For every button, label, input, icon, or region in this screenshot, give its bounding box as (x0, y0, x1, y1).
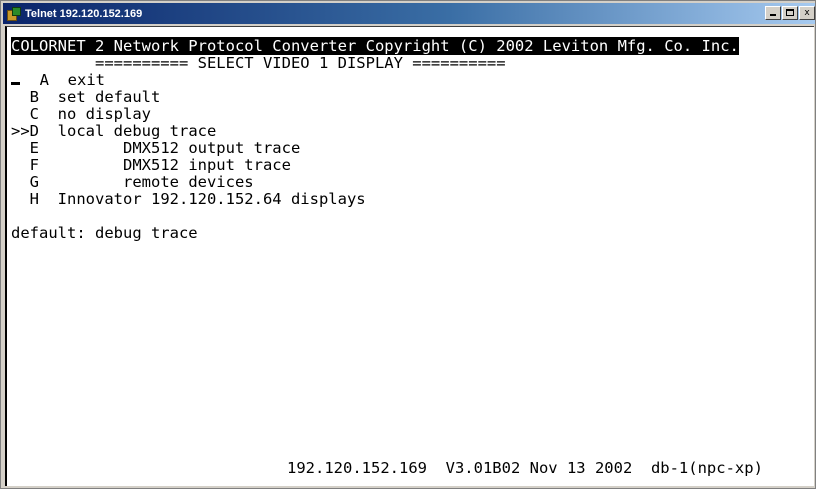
close-button[interactable]: x (799, 6, 815, 20)
menu-item-key: E (11, 139, 39, 157)
menu-item-key: H (11, 190, 39, 208)
menu-item-key: B (11, 88, 39, 106)
telnet-app-icon[interactable] (7, 7, 21, 21)
minimize-icon (770, 14, 776, 16)
terminal-screen[interactable]: COLORNET 2 Network Protocol Converter Co… (5, 26, 814, 486)
menu-item-label: set default (57, 88, 161, 106)
menu-item-key: A (21, 71, 49, 89)
menu-item-label: Innovator 192.120.152.64 displays (57, 190, 366, 208)
menu-item-label: no display (57, 105, 151, 123)
menu-item-exit[interactable]: A exit (11, 72, 105, 89)
minimize-button[interactable] (765, 6, 781, 20)
telnet-window: Telnet 192.120.152.169 x COLORNET 2 Netw… (0, 0, 816, 489)
window-title: Telnet 192.120.152.169 (25, 7, 143, 20)
cursor-icon (11, 82, 20, 85)
menu-title: ========== SELECT VIDEO 1 DISPLAY ======… (11, 54, 506, 72)
menu-item-remote-devices[interactable]: G remote devices (11, 174, 254, 191)
copyright-banner: COLORNET 2 Network Protocol Converter Co… (11, 37, 739, 55)
close-icon: x (804, 8, 810, 18)
menu-item-label: local debug trace (57, 122, 217, 140)
menu-item-no-display[interactable]: C no display (11, 106, 151, 123)
menu-item-label: remote devices (57, 173, 254, 191)
menu-item-set-default[interactable]: B set default (11, 88, 161, 106)
menu-item-key: G (11, 173, 39, 191)
menu-item-dmx512-output-trace[interactable]: E DMX512 output trace (11, 139, 301, 157)
menu-item-label: exit (67, 71, 105, 89)
window-controls: x (764, 6, 815, 20)
menu-item-innovator-displays[interactable]: H Innovator 192.120.152.64 displays (11, 191, 366, 208)
default-line: default: debug trace (11, 224, 198, 242)
status-line: 192.120.152.169 V3.01B02 Nov 13 2002 db-… (287, 459, 763, 477)
menu-item-key: F (11, 156, 39, 174)
menu-item-key: C (11, 105, 39, 123)
menu-item-label: DMX512 input trace (57, 156, 291, 174)
menu-item-label: DMX512 output trace (57, 139, 301, 157)
menu-item-key: >>D (11, 122, 39, 140)
menu-item-local-debug-trace[interactable]: >>D local debug trace (11, 123, 216, 140)
header-line: COLORNET 2 Network Protocol Converter Co… (11, 37, 739, 55)
title-bar[interactable]: Telnet 192.120.152.169 x (3, 3, 815, 24)
maximize-icon (786, 9, 794, 16)
maximize-button[interactable] (782, 6, 798, 20)
menu-item-dmx512-input-trace[interactable]: F DMX512 input trace (11, 157, 291, 174)
